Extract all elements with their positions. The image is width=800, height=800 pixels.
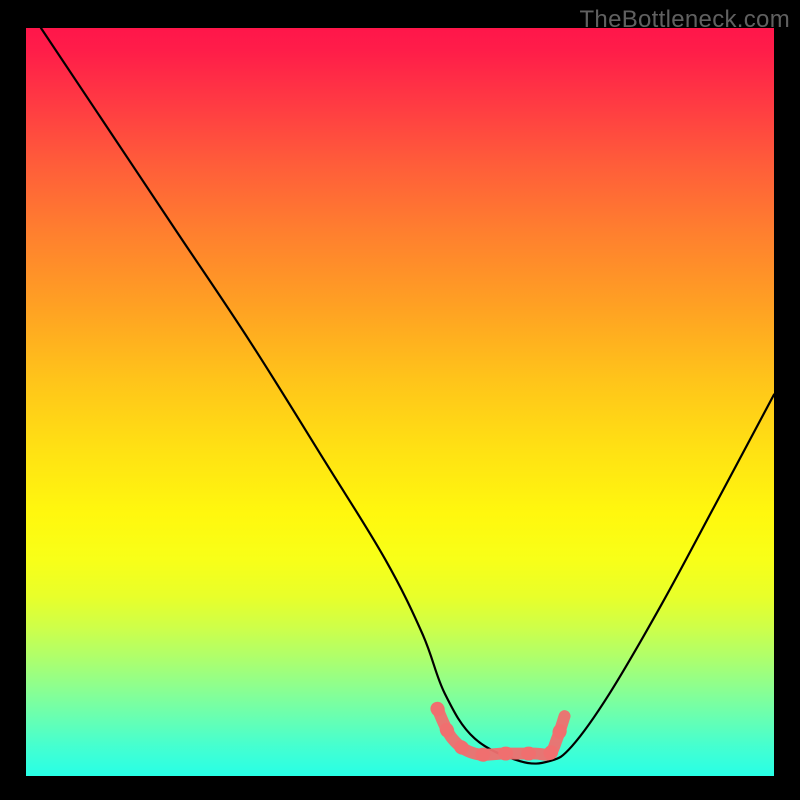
bottom-black-bar — [0, 778, 800, 800]
bottleneck-curve-line — [41, 28, 774, 764]
watermark-text: TheBottleneck.com — [579, 6, 790, 34]
chart-svg — [26, 28, 774, 776]
chart-plot-area — [24, 26, 776, 778]
